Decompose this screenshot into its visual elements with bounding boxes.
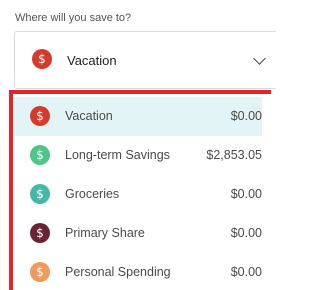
dollar-coin-icon: $: [30, 262, 50, 282]
account-option-balance: $0.00: [230, 265, 262, 279]
dollar-coin-icon: $: [30, 106, 50, 126]
account-option-balance: $0.00: [230, 226, 262, 240]
account-option-balance: $2,853.05: [206, 148, 262, 162]
dollar-coin-icon: $: [32, 49, 52, 69]
dollar-coin-icon: $: [30, 223, 50, 243]
dollar-coin-icon: $: [30, 184, 50, 204]
account-option-label: Long-term Savings: [65, 148, 170, 162]
selected-account-label: Vacation: [67, 53, 117, 68]
account-options-list: $ Vacation $0.00 $ Long-term Savings $2,…: [9, 90, 271, 290]
account-select[interactable]: $ Vacation: [14, 31, 276, 89]
account-option-balance: $0.00: [230, 187, 262, 201]
account-option-groceries[interactable]: $ Groceries $0.00: [13, 175, 262, 214]
account-option-balance: $0.00: [230, 109, 262, 123]
account-option-label: Personal Spending: [65, 265, 171, 279]
dollar-coin-icon: $: [30, 145, 50, 165]
chevron-down-icon[interactable]: [253, 52, 266, 65]
account-option-label: Primary Share: [65, 226, 145, 240]
account-option-personal-spending[interactable]: $ Personal Spending $0.00: [13, 253, 262, 290]
save-destination-prompt: Where will you save to?: [15, 12, 132, 24]
account-option-label: Vacation: [65, 109, 113, 123]
account-option-long-term-savings[interactable]: $ Long-term Savings $2,853.05: [13, 136, 262, 175]
account-option-primary-share[interactable]: $ Primary Share $0.00: [13, 214, 262, 253]
account-option-label: Groceries: [65, 187, 120, 201]
account-option-vacation[interactable]: $ Vacation $0.00: [13, 97, 262, 136]
